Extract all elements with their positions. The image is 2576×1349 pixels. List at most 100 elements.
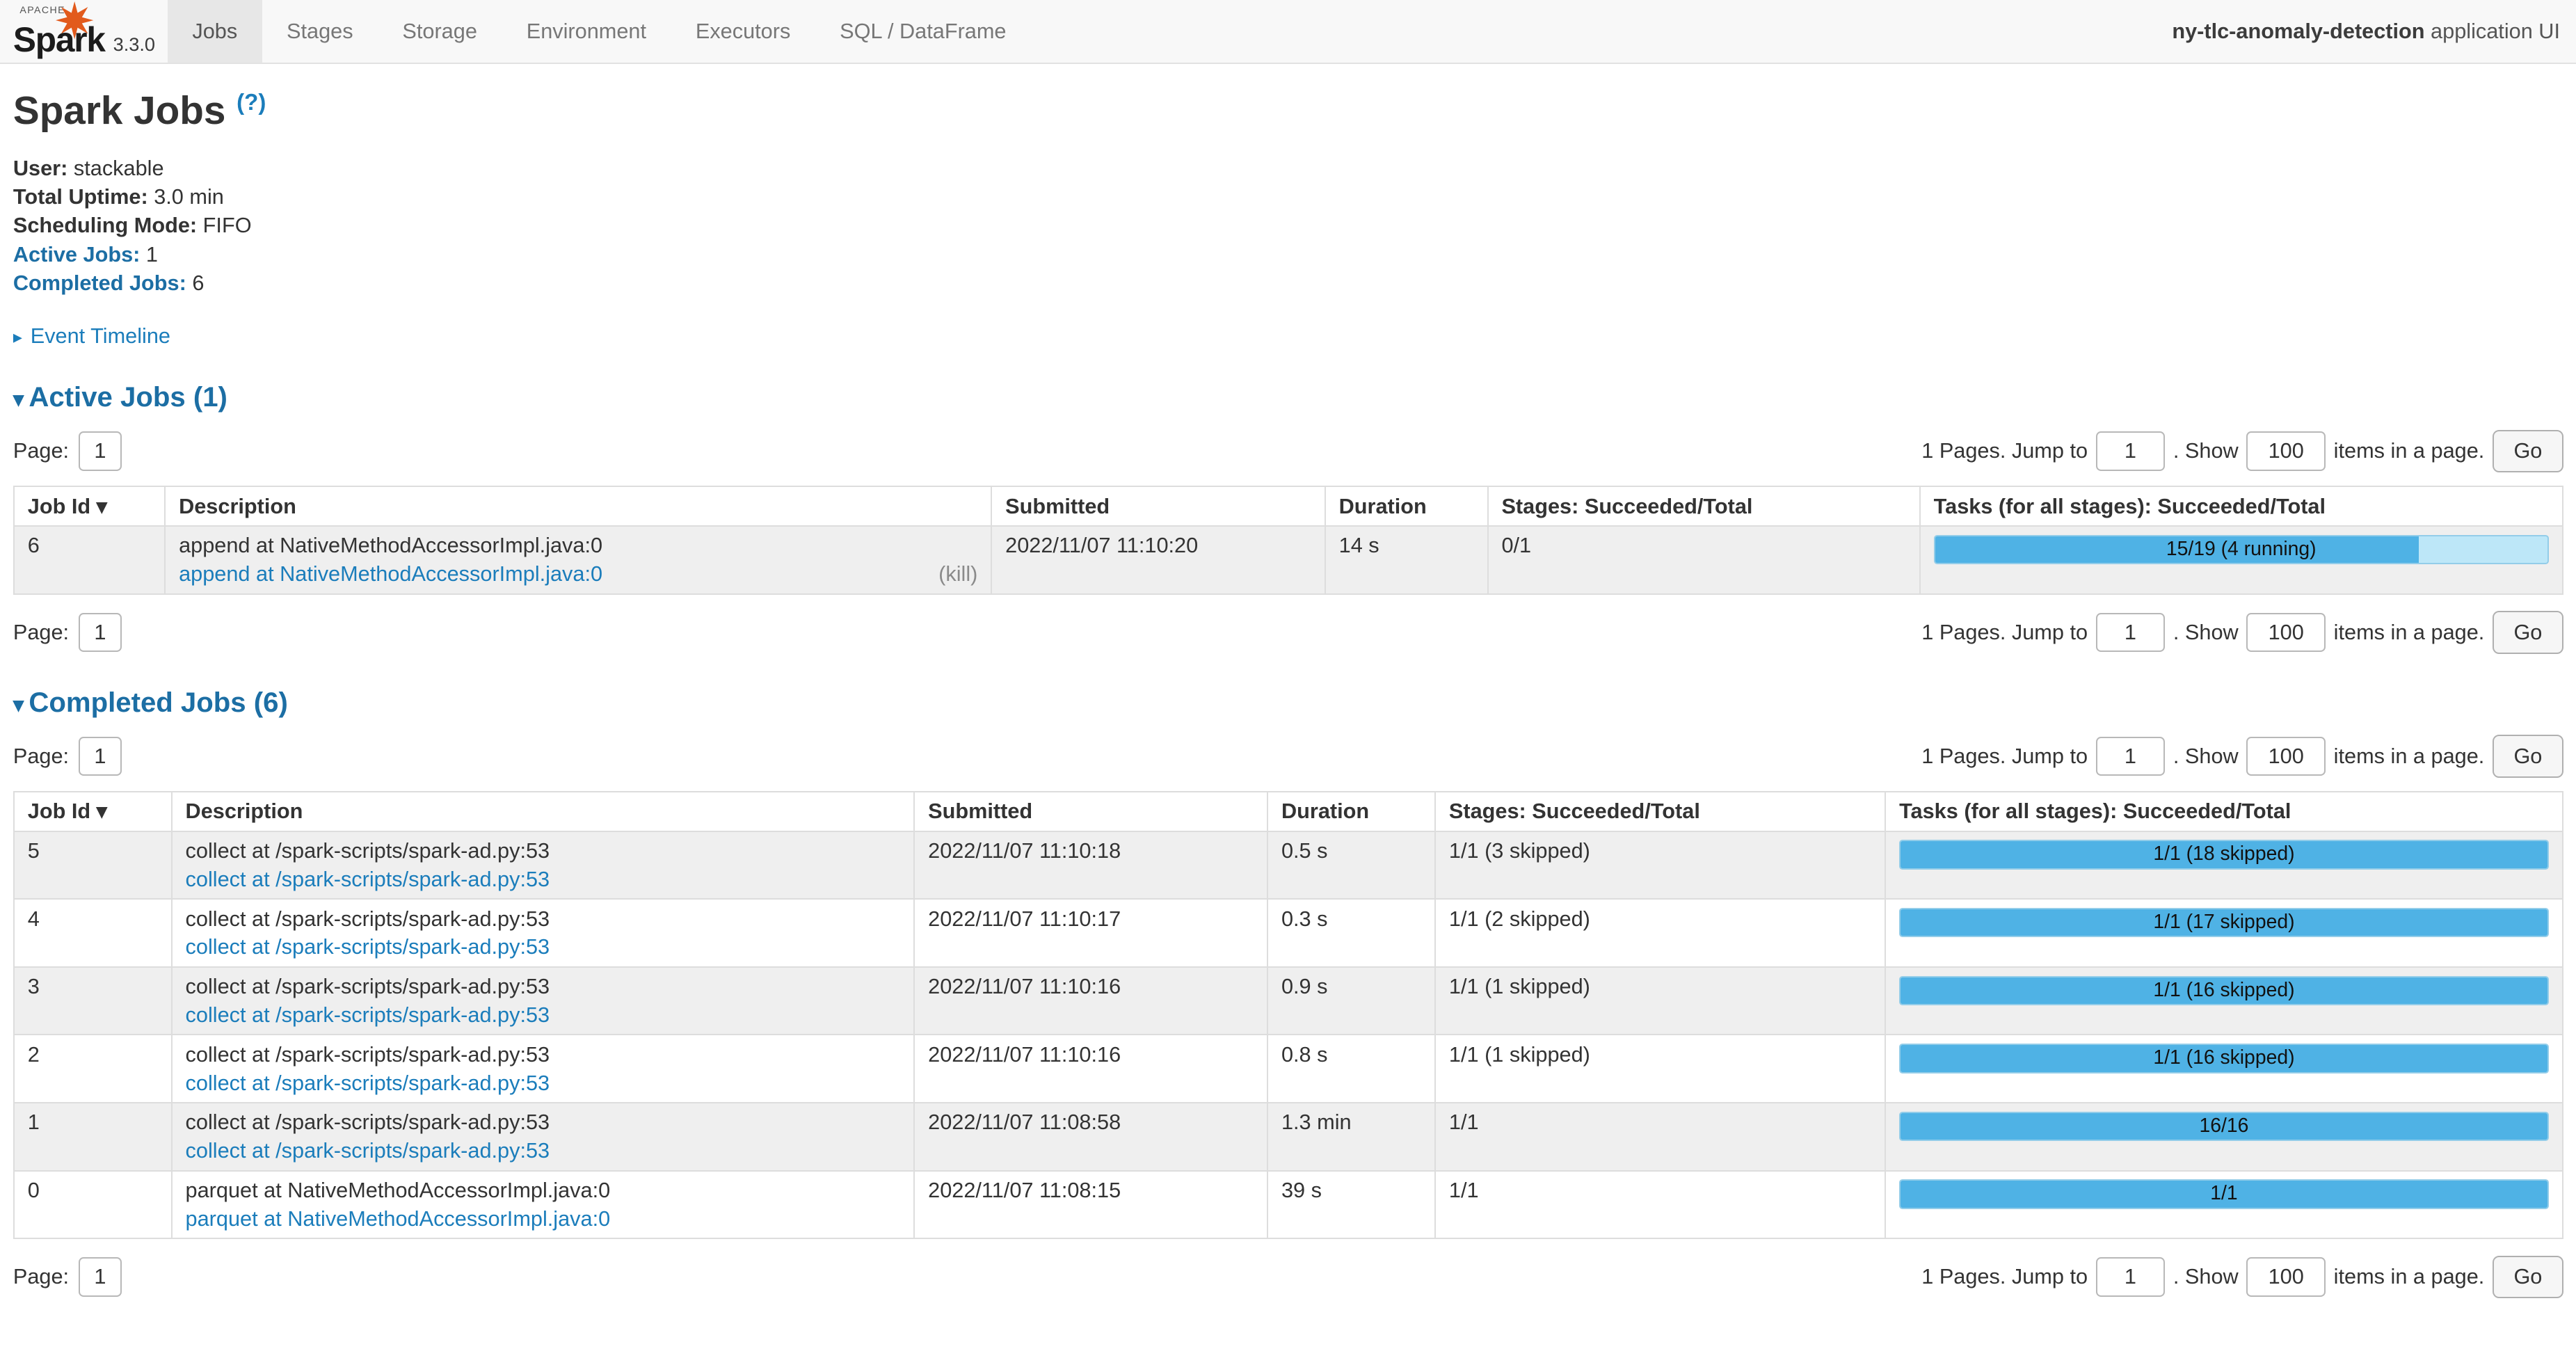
header-job-id[interactable]: Job Id ▾ <box>14 792 172 831</box>
jump-to-input[interactable] <box>2096 613 2165 653</box>
show-text: . Show <box>2173 620 2239 645</box>
page-size-input[interactable] <box>2246 431 2325 471</box>
event-timeline-toggle[interactable]: ▸Event Timeline <box>13 324 2563 349</box>
tab-sql-dataframe[interactable]: SQL / DataFrame <box>815 0 1031 63</box>
job-description-text: collect at /spark-scripts/spark-ad.py:53 <box>186 907 901 932</box>
progress-label: 1/1 (18 skipped) <box>1901 841 2547 868</box>
header-tasks[interactable]: Tasks (for all stages): Succeeded/Total <box>1885 792 2563 831</box>
job-description-link[interactable]: collect at /spark-scripts/spark-ad.py:53 <box>186 1071 550 1095</box>
table-header-row: Job Id ▾ Description Submitted Duration … <box>14 486 2563 526</box>
page-label: Page: <box>13 438 69 463</box>
submitted-cell: 2022/11/07 11:10:16 <box>914 1035 1267 1103</box>
job-description-cell: collect at /spark-scripts/spark-ad.py:53… <box>172 967 915 1035</box>
job-description-link[interactable]: collect at /spark-scripts/spark-ad.py:53 <box>186 1138 550 1163</box>
pagination-bar-active-top: Page: 1 Pages. Jump to . Show items in a… <box>13 430 2563 472</box>
show-text: . Show <box>2173 438 2239 463</box>
job-description-link[interactable]: collect at /spark-scripts/spark-ad.py:53 <box>186 934 550 959</box>
header-description[interactable]: Description <box>165 486 991 526</box>
completed-jobs-table: Job Id ▾ Description Submitted Duration … <box>13 791 2563 1239</box>
go-button[interactable]: Go <box>2493 735 2563 777</box>
kill-job-link[interactable]: (kill) <box>938 561 977 586</box>
progress-label: 1/1 (16 skipped) <box>1901 977 2547 1004</box>
header-stages[interactable]: Stages: Succeeded/Total <box>1435 792 1885 831</box>
active-jobs-link[interactable]: Active Jobs: <box>13 242 140 266</box>
progress-label: 1/1 (16 skipped) <box>1901 1045 2547 1071</box>
page-title: Spark Jobs (?) <box>13 88 2563 134</box>
go-button[interactable]: Go <box>2493 1256 2563 1298</box>
header-submitted[interactable]: Submitted <box>914 792 1267 831</box>
page-size-input[interactable] <box>2246 1257 2325 1297</box>
job-description-text: collect at /spark-scripts/spark-ad.py:53 <box>186 1042 901 1067</box>
jump-to-input[interactable] <box>2096 1257 2165 1297</box>
stages-cell: 1/1 <box>1435 1103 1885 1171</box>
job-summary: User: stackable Total Uptime: 3.0 min Sc… <box>13 154 2563 298</box>
table-row: 3 collect at /spark-scripts/spark-ad.py:… <box>14 967 2563 1035</box>
show-text: . Show <box>2173 744 2239 769</box>
header-duration[interactable]: Duration <box>1267 792 1435 831</box>
help-link[interactable]: (?) <box>237 90 266 115</box>
job-id-cell: 5 <box>14 831 172 900</box>
spark-version: 3.3.0 <box>113 33 155 57</box>
progress-label: 15/19 (4 running) <box>1935 536 2547 563</box>
tab-stages[interactable]: Stages <box>262 0 378 63</box>
active-jobs-section-header[interactable]: ▾Active Jobs (1) <box>13 381 2563 413</box>
page-label: Page: <box>13 620 69 645</box>
progress-label: 1/1 (17 skipped) <box>1901 909 2547 936</box>
page-size-input[interactable] <box>2246 737 2325 776</box>
job-description-cell: append at NativeMethodAccessorImpl.java:… <box>165 526 991 594</box>
tab-jobs[interactable]: Jobs <box>168 0 262 63</box>
job-description-link[interactable]: parquet at NativeMethodAccessorImpl.java… <box>186 1206 611 1231</box>
job-description-cell: collect at /spark-scripts/spark-ad.py:53… <box>172 831 915 900</box>
tasks-cell: 16/16 <box>1885 1103 2563 1171</box>
tasks-cell: 1/1 <box>1885 1171 2563 1239</box>
show-text: . Show <box>2173 1264 2239 1289</box>
page-input[interactable] <box>79 1257 121 1297</box>
submitted-cell: 2022/11/07 11:08:58 <box>914 1103 1267 1171</box>
table-header-row: Job Id ▾ Description Submitted Duration … <box>14 792 2563 831</box>
go-button[interactable]: Go <box>2493 430 2563 472</box>
duration-cell: 39 s <box>1267 1171 1435 1239</box>
tasks-cell: 1/1 (16 skipped) <box>1885 1035 2563 1103</box>
header-submitted[interactable]: Submitted <box>991 486 1325 526</box>
job-id-cell: 2 <box>14 1035 172 1103</box>
job-description-text: collect at /spark-scripts/spark-ad.py:53 <box>186 838 901 863</box>
duration-cell: 14 s <box>1325 526 1488 594</box>
tasks-cell: 1/1 (16 skipped) <box>1885 967 2563 1035</box>
duration-cell: 0.8 s <box>1267 1035 1435 1103</box>
job-description-cell: collect at /spark-scripts/spark-ad.py:53… <box>172 1035 915 1103</box>
jump-to-input[interactable] <box>2096 737 2165 776</box>
submitted-cell: 2022/11/07 11:08:15 <box>914 1171 1267 1239</box>
jump-to-input[interactable] <box>2096 431 2165 471</box>
header-description[interactable]: Description <box>172 792 915 831</box>
header-stages[interactable]: Stages: Succeeded/Total <box>1488 486 1920 526</box>
submitted-cell: 2022/11/07 11:10:17 <box>914 899 1267 967</box>
header-job-id[interactable]: Job Id ▾ <box>14 486 165 526</box>
header-duration[interactable]: Duration <box>1325 486 1488 526</box>
summary-scheduling-mode: Scheduling Mode: FIFO <box>13 211 2563 239</box>
job-id-cell: 4 <box>14 899 172 967</box>
go-button[interactable]: Go <box>2493 611 2563 653</box>
stages-cell: 1/1 (2 skipped) <box>1435 899 1885 967</box>
job-id-cell: 6 <box>14 526 165 594</box>
page-size-input[interactable] <box>2246 613 2325 653</box>
page-input[interactable] <box>79 431 121 471</box>
application-ui-suffix: application UI <box>2425 19 2560 43</box>
page-input[interactable] <box>79 737 121 776</box>
job-description-link[interactable]: collect at /spark-scripts/spark-ad.py:53 <box>186 1003 550 1027</box>
job-description-link[interactable]: collect at /spark-scripts/spark-ad.py:53 <box>186 867 550 891</box>
tasks-cell: 15/19 (4 running) <box>1920 526 2563 594</box>
page-input[interactable] <box>79 613 121 653</box>
completed-jobs-link[interactable]: Completed Jobs: <box>13 271 186 295</box>
table-row: 4 collect at /spark-scripts/spark-ad.py:… <box>14 899 2563 967</box>
job-description-text: collect at /spark-scripts/spark-ad.py:53 <box>186 974 901 999</box>
tab-executors[interactable]: Executors <box>671 0 815 63</box>
header-tasks[interactable]: Tasks (for all stages): Succeeded/Total <box>1920 486 2563 526</box>
tab-storage[interactable]: Storage <box>378 0 502 63</box>
job-description-text: collect at /spark-scripts/spark-ad.py:53 <box>186 1110 901 1135</box>
tab-environment[interactable]: Environment <box>502 0 671 63</box>
page-label: Page: <box>13 1264 69 1289</box>
job-id-cell: 1 <box>14 1103 172 1171</box>
completed-jobs-section-header[interactable]: ▾Completed Jobs (6) <box>13 687 2563 719</box>
job-description-link[interactable]: append at NativeMethodAccessorImpl.java:… <box>179 561 602 586</box>
page-label: Page: <box>13 744 69 769</box>
